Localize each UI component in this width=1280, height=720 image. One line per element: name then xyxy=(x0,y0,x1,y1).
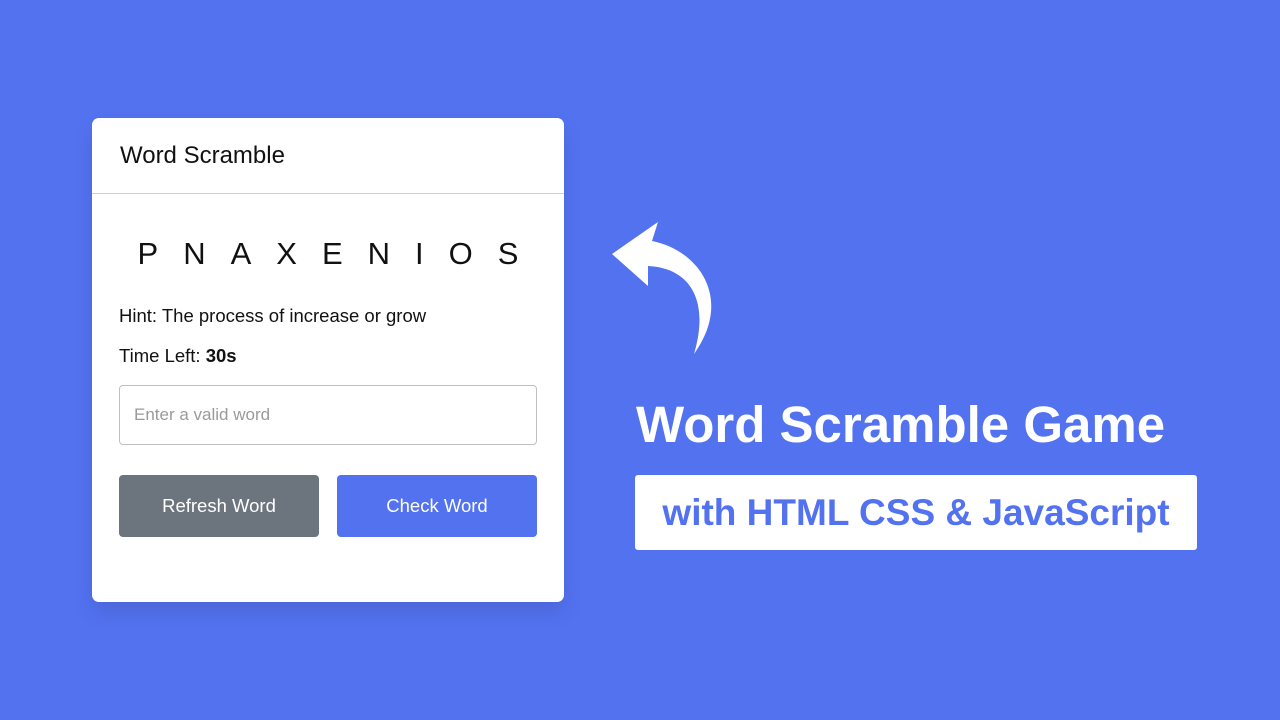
time-label: Time Left: xyxy=(119,345,206,366)
time-unit: s xyxy=(226,345,237,366)
card-title: Word Scramble xyxy=(120,141,285,169)
scrambled-word: PNAXENIOS xyxy=(137,236,544,271)
hint-label: Hint: xyxy=(119,305,162,326)
hint-text: The process of increase or grow xyxy=(161,305,427,326)
card-header: Word Scramble xyxy=(92,118,564,194)
refresh-word-button[interactable]: Refresh Word xyxy=(119,475,319,537)
button-row: Refresh Word Check Word xyxy=(119,475,537,537)
promo-title: Word Scramble Game xyxy=(636,396,1166,453)
word-input[interactable] xyxy=(119,385,537,445)
word-scramble-card: Word Scramble PNAXENIOS Hint: The proces… xyxy=(92,118,564,602)
card-content: PNAXENIOS Hint: The process of increase … xyxy=(92,234,564,537)
promo-subtitle-badge: with HTML CSS & JavaScript xyxy=(635,475,1197,550)
check-word-button[interactable]: Check Word xyxy=(337,475,537,537)
time-value: 30 xyxy=(205,345,227,366)
curved-arrow-icon xyxy=(612,222,712,354)
promo-subtitle: with HTML CSS & JavaScript xyxy=(662,491,1170,533)
time-left-line: Time Left: 30s xyxy=(119,345,537,367)
hint-line: Hint: The process of increase or grow xyxy=(119,305,537,327)
